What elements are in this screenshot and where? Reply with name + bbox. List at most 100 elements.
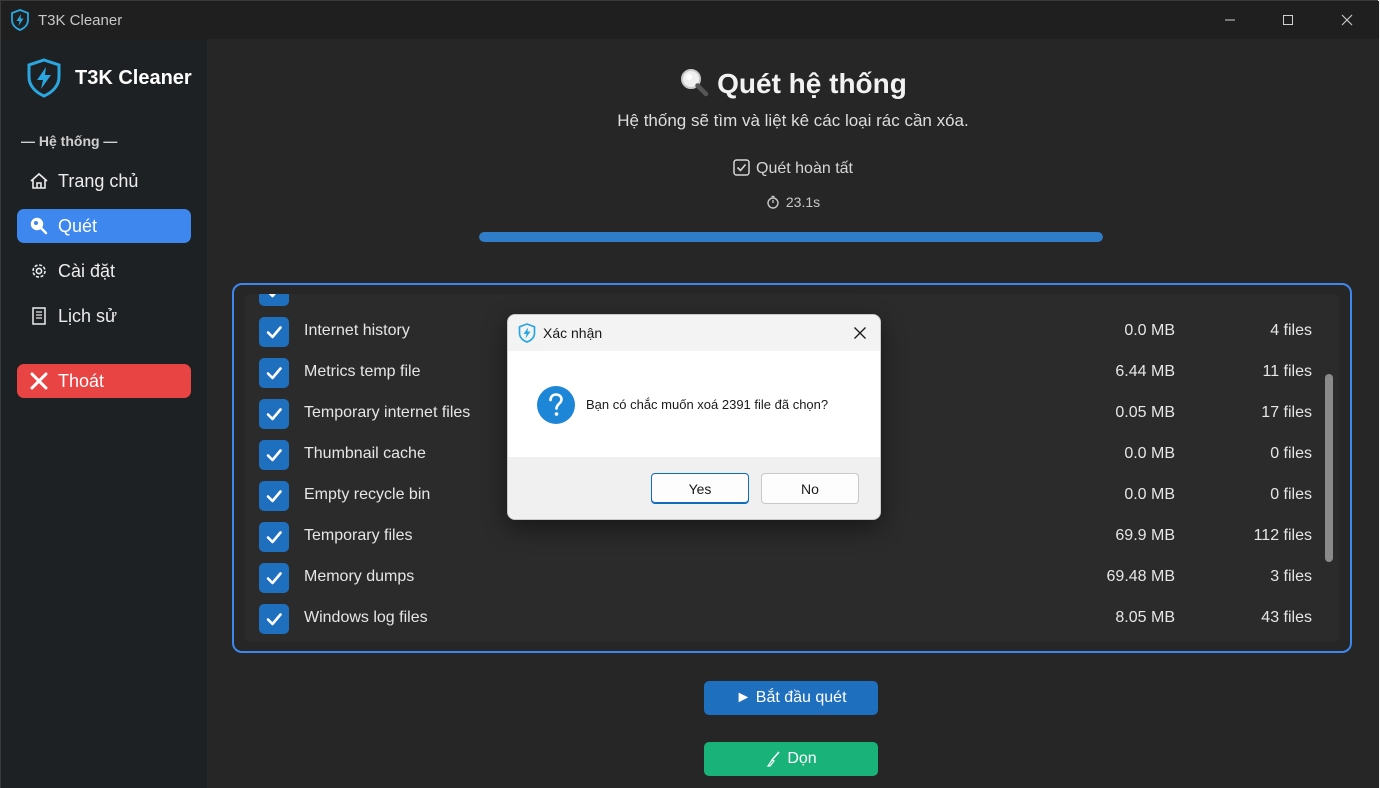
sidebar-item-scan[interactable]: Quét [17, 209, 191, 243]
sidebar: T3K Cleaner — Hệ thống — Trang chủ Quét … [1, 39, 207, 788]
gear-icon [29, 261, 49, 281]
title-bar[interactable]: T3K Cleaner [1, 1, 1379, 39]
sidebar-item-label: Quét [58, 215, 98, 236]
clean-button[interactable]: Dọn [704, 742, 878, 776]
x-icon [29, 371, 49, 391]
item-count: 0 files [1270, 294, 1312, 299]
item-checkbox[interactable] [259, 317, 289, 347]
sidebar-item-label: Cài đặt [58, 260, 116, 281]
sidebar-item-settings[interactable]: Cài đặt [17, 254, 191, 288]
dialog-title: Xác nhận [543, 325, 603, 341]
list-item[interactable]: Windows log files 8.05 MB 43 files [245, 599, 1325, 640]
item-checkbox[interactable] [259, 522, 289, 552]
item-checkbox[interactable] [259, 563, 289, 593]
scan-status-text: Quét hoàn tất [756, 160, 853, 177]
list-scrollbar[interactable] [1325, 374, 1333, 562]
yes-button[interactable]: Yes [651, 473, 749, 504]
close-icon [1341, 14, 1353, 26]
app-logo-icon [518, 323, 536, 343]
start-scan-button[interactable]: ► Bắt đầu quét [704, 681, 878, 715]
list-item[interactable]: Temporary files 69.9 MB 112 files [245, 517, 1325, 558]
item-name: Windows log files [304, 609, 428, 626]
sidebar-item-label: Trang chủ [58, 170, 139, 191]
item-count: 11 files [1262, 363, 1312, 380]
dialog-close-button[interactable] [848, 321, 872, 345]
maximize-icon [1283, 15, 1293, 25]
item-size: 69.9 MB [1115, 527, 1175, 544]
item-size: 6.44 MB [1115, 363, 1175, 380]
close-icon [854, 327, 866, 339]
item-name: Temporary files [304, 527, 413, 544]
clean-button-label: Dọn [787, 750, 817, 767]
item-size: 0.05 MB [1115, 404, 1175, 421]
maximize-button[interactable] [1259, 1, 1317, 39]
item-name: Internet history [304, 322, 410, 339]
checkmark-icon [266, 449, 282, 462]
sidebar-item-label: Lịch sử [58, 305, 118, 326]
page-title: Quét hệ thống [207, 67, 1379, 100]
item-count: 43 files [1261, 609, 1312, 626]
checkbox-checked-icon [733, 159, 750, 176]
item-count: 0 files [1270, 486, 1312, 503]
page-title-text: Quét hệ thống [717, 68, 907, 99]
brand-name: T3K Cleaner [75, 66, 192, 89]
checkmark-icon [266, 572, 282, 585]
item-size: 0.0 MB [1124, 445, 1175, 462]
exit-button[interactable]: Thoát [17, 364, 191, 398]
checkmark-icon [266, 408, 282, 421]
dialog-message: Bạn có chắc muốn xoá 2391 file đã chọn? [586, 397, 829, 412]
sidebar-item-history[interactable]: Lịch sử [17, 299, 191, 333]
broom-icon [767, 751, 780, 767]
shield-lightning-icon [27, 58, 61, 98]
checkmark-icon [266, 613, 282, 626]
close-window-button[interactable] [1318, 1, 1376, 39]
scan-progress-bar [479, 232, 1103, 242]
sidebar-item-home[interactable]: Trang chủ [17, 164, 191, 198]
item-count: 112 files [1253, 527, 1312, 544]
checkmark-icon [268, 294, 276, 298]
magnifier-icon [681, 69, 709, 97]
item-checkbox[interactable] [259, 399, 289, 429]
scroll-icon [29, 306, 49, 326]
item-checkbox[interactable] [259, 481, 289, 511]
scan-status: Quét hoàn tất [207, 159, 1379, 178]
item-size: 0.0 MB [1124, 322, 1175, 339]
item-count: 3 files [1270, 568, 1312, 585]
dialog-title-bar[interactable]: Xác nhận [508, 315, 880, 351]
checkmark-icon [266, 367, 282, 380]
item-checkbox[interactable] [259, 604, 289, 634]
question-icon [537, 386, 575, 424]
no-button[interactable]: No [761, 473, 859, 504]
item-count: 4 files [1270, 322, 1312, 339]
dialog-footer: Yes No [508, 457, 880, 519]
item-size: 69.48 MB [1106, 568, 1175, 585]
app-window: T3K Cleaner T3K Cleaner — Hệ thống — Tra… [0, 0, 1379, 788]
window-title: T3K Cleaner [38, 12, 123, 29]
item-name: Thumbnail cache [304, 445, 426, 462]
app-logo-icon [11, 9, 29, 31]
checkmark-icon [266, 326, 282, 339]
scan-elapsed: 23.1s [207, 194, 1379, 210]
elapsed-text: 23.1s [785, 194, 821, 210]
list-item[interactable]: Memory dumps 69.48 MB 3 files [245, 558, 1325, 599]
minimize-button[interactable] [1201, 1, 1259, 39]
item-name: Metrics temp file [304, 363, 421, 380]
item-size: 8.05 MB [1115, 609, 1175, 626]
stopwatch-icon [767, 195, 779, 209]
item-count: 0 files [1270, 445, 1312, 462]
progress-fill [479, 232, 1103, 242]
page-subtitle: Hệ thống sẽ tìm và liệt kê các loại rác … [617, 111, 969, 130]
item-checkbox[interactable] [259, 358, 289, 388]
item-name: Cookies [304, 294, 362, 299]
item-name: Empty recycle bin [304, 486, 431, 503]
item-checkbox[interactable] [259, 440, 289, 470]
list-item[interactable]: Cookies 0.0 MB 0 files [245, 294, 1325, 312]
item-count: 17 files [1261, 404, 1312, 421]
item-size: 0.0 MB [1124, 486, 1175, 503]
section-label: — Hệ thống — [21, 133, 118, 149]
confirm-dialog: Xác nhận Bạn có chắc muốn xoá 2391 file … [507, 314, 881, 520]
home-icon [29, 171, 49, 191]
item-checkbox[interactable] [259, 294, 289, 306]
minimize-icon [1225, 19, 1235, 21]
exit-label: Thoát [58, 370, 105, 391]
